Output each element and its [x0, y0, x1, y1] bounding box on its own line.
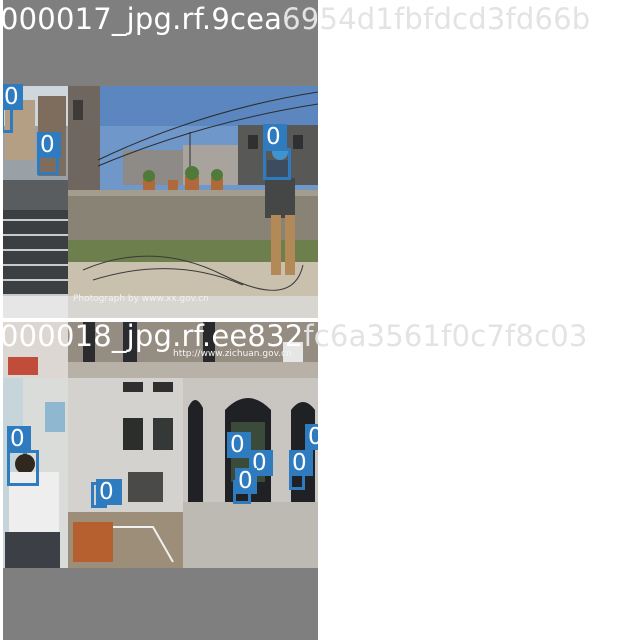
watermark-2: http://www.zichuan.gov.cn — [173, 349, 292, 359]
mosaic-2-photo — [3, 322, 318, 640]
detection-label: 0 — [7, 426, 31, 452]
detection-label: 0 — [235, 468, 257, 494]
mosaic-image-1: Photograph by www.xx.gov.cn 0 0 0 — [3, 0, 318, 318]
detection-label: 0 — [3, 84, 23, 110]
detection-label: 0 — [263, 124, 287, 150]
detection-box — [7, 450, 39, 486]
detection-box — [3, 107, 13, 133]
detection-box — [263, 148, 291, 180]
detection-label: 0 — [227, 432, 251, 458]
detection-label: 0 — [305, 424, 318, 450]
detection-label: 0 — [96, 479, 122, 505]
detection-label: 0 — [37, 132, 61, 158]
watermark-1: Photograph by www.xx.gov.cn — [73, 294, 209, 304]
mosaic-image-2: http://www.zichuan.gov.cn 0 0 0 0 0 0 0 — [3, 322, 318, 640]
detection-box — [37, 155, 59, 175]
detection-label: 0 — [289, 450, 313, 476]
